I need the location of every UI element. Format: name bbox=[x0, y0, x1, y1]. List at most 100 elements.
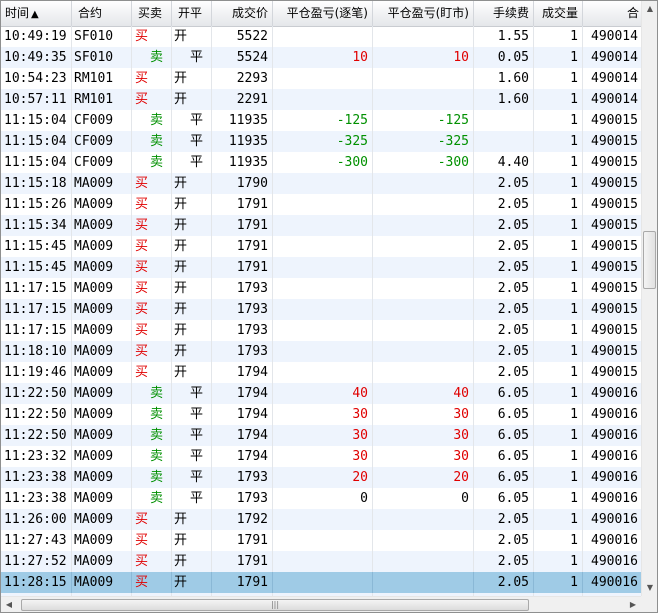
cell-pnl-mark-to-market bbox=[373, 572, 474, 593]
cell-quantity: 1 bbox=[534, 446, 583, 467]
cell-contract: MA009 bbox=[72, 383, 132, 404]
cell-order: 490015 bbox=[591, 344, 638, 359]
cell-order: 490016 bbox=[591, 470, 638, 485]
cell-contract: MA009 bbox=[72, 215, 132, 236]
table-row[interactable]: 11:28:15 MA009 买开 1791 2.05 1 490016 bbox=[1, 572, 641, 593]
cell-fee: 2.05 bbox=[474, 362, 534, 383]
cell-contract: RM101 bbox=[72, 68, 132, 89]
cell-contract: MA009 bbox=[72, 194, 132, 215]
column-header-pnl-mark-to-market[interactable]: 平仓盈亏(盯市) bbox=[373, 1, 474, 26]
cell-price: 1791 bbox=[212, 236, 273, 257]
cell-quantity: 1 bbox=[534, 26, 583, 47]
table-row[interactable]: 11:22:50 MA009 卖平 1794 30 30 6.05 1 490016 bbox=[1, 404, 641, 425]
table-row[interactable]: 11:17:15 MA009 买开 1793 2.05 1 490015 bbox=[1, 320, 641, 341]
cell-contract: SF010 bbox=[72, 47, 132, 68]
cell-pnl-per-trade bbox=[273, 236, 373, 257]
column-header-pnl-per-trade[interactable]: 平仓盈亏(逐笔) bbox=[273, 1, 373, 26]
grip-icon: ||| bbox=[270, 600, 280, 609]
table-row[interactable]: 11:15:04 CF009 卖平 11935 -325 -325 1 490015 bbox=[1, 131, 641, 152]
column-header-time[interactable]: 时间 ▲ bbox=[1, 1, 72, 26]
cell-pnl-per-trade bbox=[273, 194, 373, 215]
cell-fee: 2.05 bbox=[474, 236, 534, 257]
cell-quantity: 1 bbox=[534, 110, 583, 131]
table-row[interactable]: 11:17:15 MA009 买开 1793 2.05 1 490015 bbox=[1, 278, 641, 299]
table-row[interactable]: 11:15:45 MA009 买开 1791 2.05 1 490015 bbox=[1, 257, 641, 278]
cell-quantity: 1 bbox=[534, 362, 583, 383]
cell-side: 卖 bbox=[132, 131, 172, 152]
cell-order: 490016 bbox=[591, 575, 638, 590]
cell-price: 1794 bbox=[212, 362, 273, 383]
arrow-left-icon[interactable]: ◀ bbox=[1, 597, 17, 612]
column-header-side[interactable]: 买卖 bbox=[132, 1, 172, 26]
cell-contract: MA009 bbox=[72, 572, 132, 593]
table-row[interactable]: 11:15:18 MA009 买开 1790 2.05 1 490015 bbox=[1, 173, 641, 194]
cell-fee: 6.05 bbox=[474, 488, 534, 509]
cell-order: 490016 bbox=[591, 491, 638, 506]
cell-side: 卖 bbox=[132, 488, 172, 509]
cell-price: 11935 bbox=[212, 110, 273, 131]
table-row[interactable]: 10:49:35 SF010 卖平 5524 10 10 0.05 1 490014 bbox=[1, 47, 641, 68]
column-header-open-close[interactable]: 开平 bbox=[172, 1, 212, 26]
table-row[interactable]: 11:27:43 MA009 买开 1791 2.05 1 490016 bbox=[1, 530, 641, 551]
cell-contract: MA009 bbox=[72, 173, 132, 194]
column-header-contract[interactable]: 合约 bbox=[72, 1, 132, 26]
cell-fee: 6.05 bbox=[474, 404, 534, 425]
cell-time: 11:15:04 bbox=[1, 110, 72, 131]
cell-pnl-per-trade bbox=[273, 89, 373, 110]
vertical-scrollbar[interactable]: ▲ ▼ bbox=[641, 1, 657, 596]
table-row[interactable]: 11:23:38 MA009 卖平 1793 0 0 6.05 1 490016 bbox=[1, 488, 641, 509]
cell-order: 490016 bbox=[591, 449, 638, 464]
cell-open-close: 开 bbox=[172, 320, 212, 341]
table-row[interactable]: 10:49:19 SF010 买开 5522 1.55 1 490014 bbox=[1, 26, 641, 47]
cell-quantity: 1 bbox=[534, 341, 583, 362]
cell-order: 490015 bbox=[591, 239, 638, 254]
table-row[interactable]: 10:54:23 RM101 买开 2293 1.60 1 490014 bbox=[1, 68, 641, 89]
cell-fee: 2.05 bbox=[474, 299, 534, 320]
column-header-fee[interactable]: 手续费 bbox=[474, 1, 534, 26]
cell-open-close: 开 bbox=[172, 236, 212, 257]
table-row[interactable]: 11:17:15 MA009 买开 1793 2.05 1 490015 bbox=[1, 299, 641, 320]
cell-pnl-per-trade: 20 bbox=[273, 467, 373, 488]
cell-open-close: 开 bbox=[172, 278, 212, 299]
cell-open-close: 平 bbox=[172, 110, 212, 131]
table-row[interactable]: 11:15:45 MA009 买开 1791 2.05 1 490015 bbox=[1, 236, 641, 257]
table-row[interactable]: 11:15:26 MA009 买开 1791 2.05 1 490015 bbox=[1, 194, 641, 215]
arrow-down-icon[interactable]: ▼ bbox=[642, 580, 657, 596]
table-row[interactable]: 11:26:00 MA009 买开 1792 2.05 1 490016 bbox=[1, 509, 641, 530]
cell-side: 卖 bbox=[132, 47, 172, 68]
table-row[interactable]: 11:27:52 MA009 买开 1791 2.05 1 490016 bbox=[1, 551, 641, 572]
column-header-order[interactable]: 合 bbox=[583, 1, 641, 26]
table-row[interactable]: 10:57:11 RM101 买开 2291 1.60 1 490014 bbox=[1, 89, 641, 110]
horizontal-scroll-thumb[interactable]: ||| bbox=[21, 599, 529, 611]
table-row[interactable]: 11:23:38 MA009 卖平 1793 20 20 6.05 1 490016 bbox=[1, 467, 641, 488]
arrow-up-icon[interactable]: ▲ bbox=[642, 1, 657, 17]
cell-quantity: 1 bbox=[534, 320, 583, 341]
table-row[interactable]: 11:23:32 MA009 卖平 1794 30 30 6.05 1 490016 bbox=[1, 446, 641, 467]
cell-pnl-mark-to-market bbox=[373, 362, 474, 383]
cell-pnl-per-trade bbox=[273, 509, 373, 530]
cell-pnl-per-trade bbox=[273, 68, 373, 89]
table-row[interactable]: 11:22:50 MA009 卖平 1794 30 30 6.05 1 490016 bbox=[1, 425, 641, 446]
table-row[interactable]: 11:15:04 CF009 卖平 11935 -125 -125 1 490015 bbox=[1, 110, 641, 131]
cell-side: 买 bbox=[132, 278, 172, 299]
cell-quantity: 1 bbox=[534, 467, 583, 488]
cell-time: 11:22:50 bbox=[1, 383, 72, 404]
table-row[interactable]: 11:15:34 MA009 买开 1791 2.05 1 490015 bbox=[1, 215, 641, 236]
cell-price: 1791 bbox=[212, 257, 273, 278]
table-row[interactable]: 11:18:10 MA009 买开 1793 2.05 1 490015 bbox=[1, 341, 641, 362]
table-row[interactable]: 11:15:04 CF009 卖平 11935 -300 -300 4.40 1 490015 bbox=[1, 152, 641, 173]
arrow-right-icon[interactable]: ▶ bbox=[625, 597, 641, 612]
column-header-quantity[interactable]: 成交量 bbox=[534, 1, 583, 26]
horizontal-scrollbar[interactable]: ◀ ||| ▶ bbox=[1, 596, 641, 612]
table-row[interactable]: 11:22:50 MA009 卖平 1794 40 40 6.05 1 490016 bbox=[1, 383, 641, 404]
cell-price: 1793 bbox=[212, 467, 273, 488]
cell-order: 490016 bbox=[591, 554, 638, 569]
cell-order: 490014 bbox=[591, 92, 638, 107]
cell-contract: CF009 bbox=[72, 110, 132, 131]
vertical-scroll-thumb[interactable] bbox=[643, 231, 656, 289]
cell-pnl-mark-to-market: 30 bbox=[373, 404, 474, 425]
cell-order: 490015 bbox=[591, 218, 638, 233]
column-header-price[interactable]: 成交价 bbox=[212, 1, 273, 26]
cell-pnl-per-trade bbox=[273, 26, 373, 47]
table-row[interactable]: 11:19:46 MA009 买开 1794 2.05 1 490015 bbox=[1, 362, 641, 383]
